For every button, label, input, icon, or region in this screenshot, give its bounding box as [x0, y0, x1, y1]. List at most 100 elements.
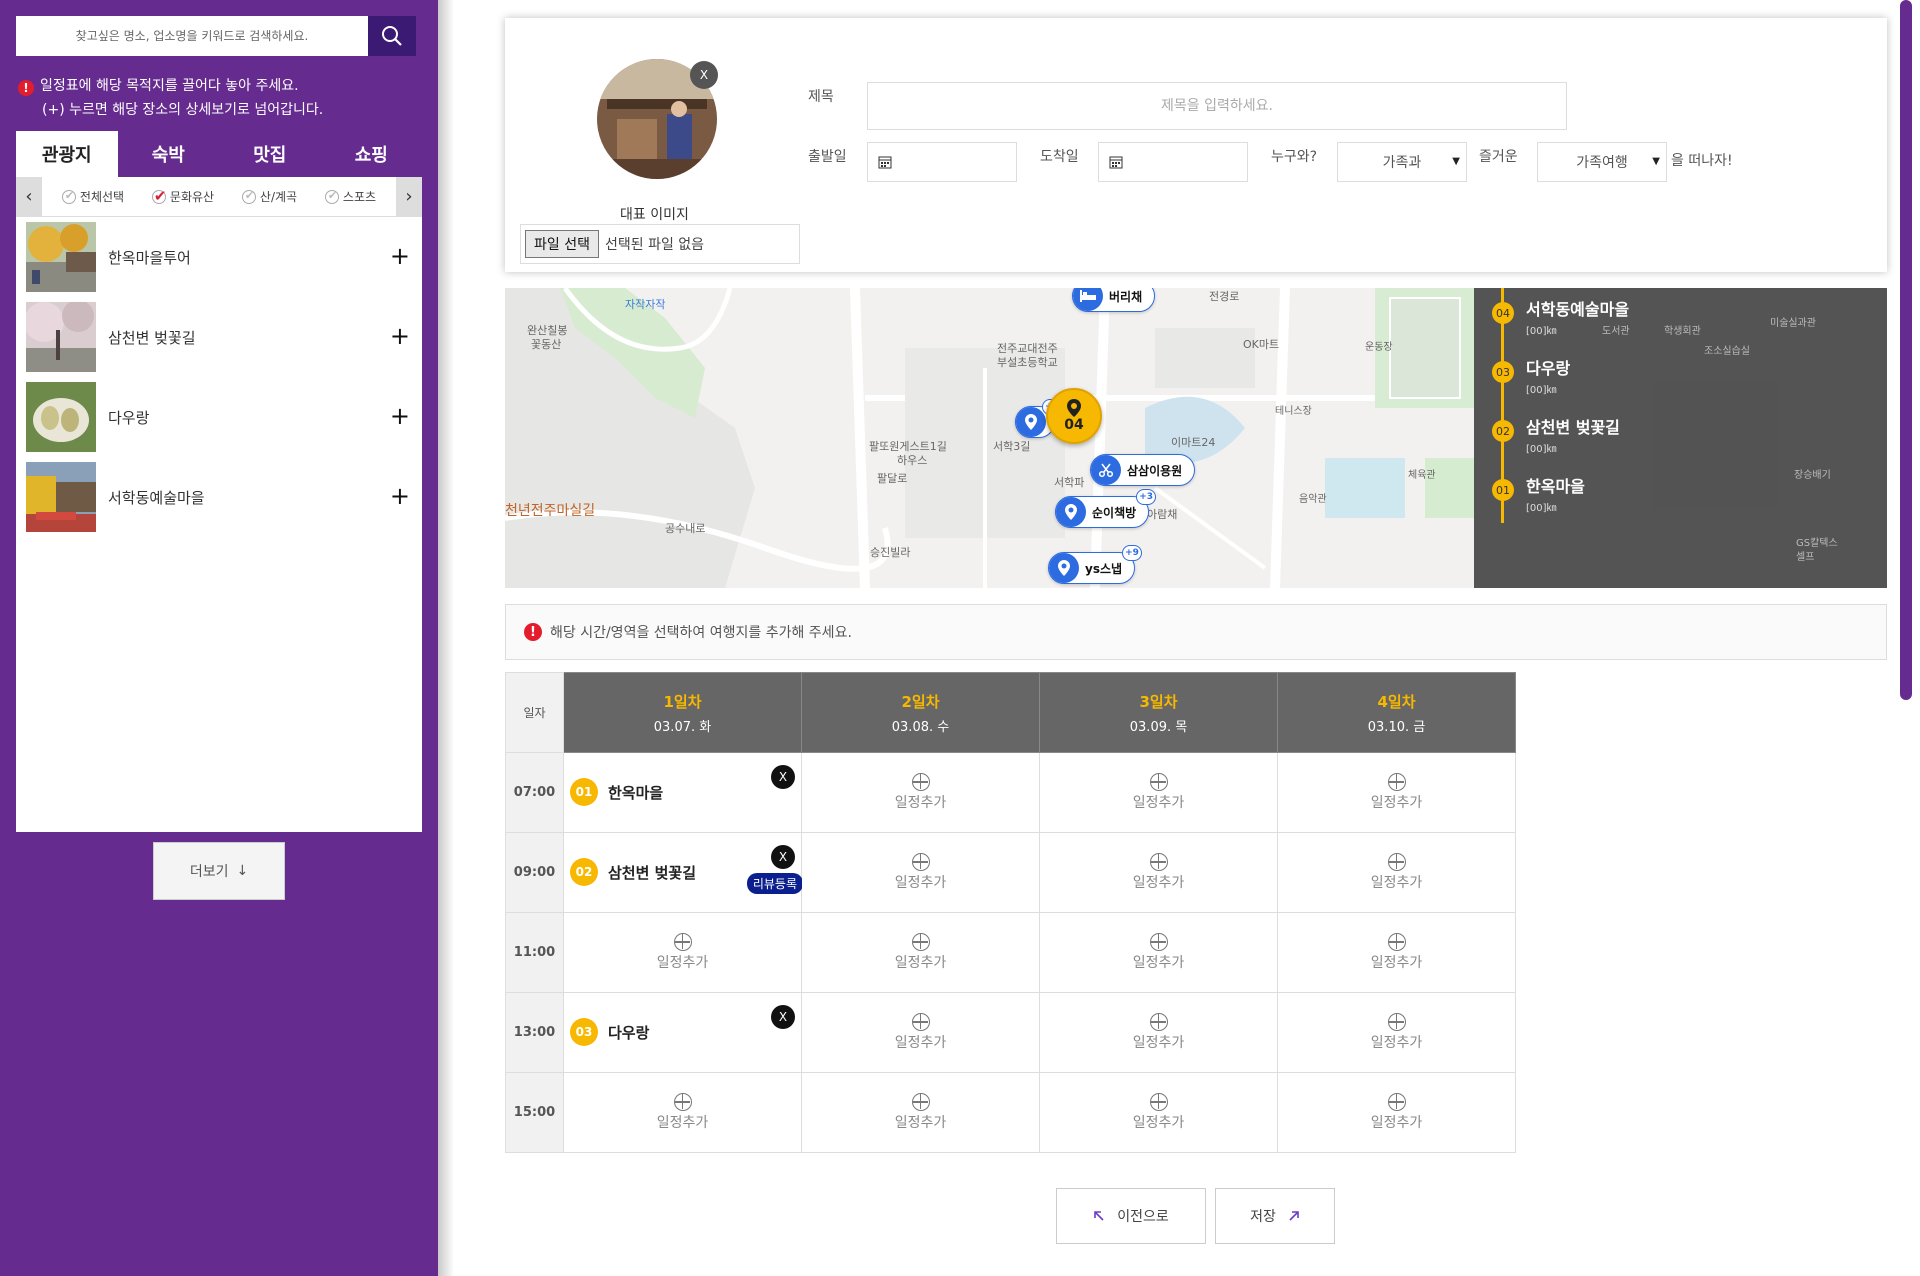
- file-select-button[interactable]: 파일 선택: [525, 230, 599, 258]
- tab-shopping[interactable]: 쇼핑: [321, 131, 423, 177]
- filter-heritage[interactable]: 문화유산: [151, 187, 214, 205]
- schedule-entry[interactable]: 01 한옥마을: [570, 778, 663, 806]
- search-button[interactable]: [368, 16, 416, 56]
- schedule-cell-filled[interactable]: 02 삼천변 벚꽃길 X 리뷰등록: [563, 832, 803, 913]
- add-schedule-button[interactable]: 일정추가: [802, 833, 1039, 912]
- filter-prev-button[interactable]: ‹: [16, 176, 42, 217]
- schedule-row: 13:00 03 다우랑 X 일정추가 일정추가 일정추가: [505, 992, 1516, 1073]
- map-pin-selected[interactable]: 04: [1046, 388, 1102, 444]
- schedule-cell[interactable]: 일정추가: [1277, 832, 1516, 913]
- map-pin-snap[interactable]: ys스냅 +9: [1048, 545, 1143, 584]
- route-item[interactable]: 02 삼천변 벚꽃길 [00]㎞: [1492, 414, 1620, 455]
- place-item[interactable]: 한옥마을투어 +: [16, 217, 422, 297]
- add-schedule-button[interactable]: 일정추가: [1040, 753, 1277, 832]
- add-schedule-button[interactable]: 일정추가: [1278, 993, 1515, 1072]
- add-schedule-button[interactable]: 일정추가: [802, 1073, 1039, 1152]
- place-name: 한옥마을투어: [108, 248, 191, 267]
- schedule-cell[interactable]: 일정추가: [801, 912, 1040, 993]
- add-schedule-button[interactable]: 일정추가: [1040, 913, 1277, 992]
- schedule-entry[interactable]: 03 다우랑: [570, 1018, 649, 1046]
- schedule-cell[interactable]: 일정추가: [1277, 1072, 1516, 1153]
- place-detail-plus-icon[interactable]: +: [390, 404, 410, 428]
- map-view[interactable]: 자작자작 완산칠봉 꽃동산 전주교대전주 부설초등학교 OK마트 운동장 테니스…: [505, 288, 1887, 588]
- tab-lodging[interactable]: 숙박: [118, 131, 220, 177]
- add-label: 일정추가: [1370, 795, 1423, 811]
- arrive-date-input[interactable]: [1098, 142, 1248, 182]
- schedule-entry[interactable]: 02 삼천변 벚꽃길: [570, 858, 696, 886]
- chevron-down-icon: ▼: [1452, 156, 1460, 167]
- place-item[interactable]: 삼천변 벚꽃길 +: [16, 297, 422, 377]
- who-select[interactable]: 가족과 ▼: [1337, 142, 1467, 182]
- map-pin-lodging[interactable]: 버리채: [1072, 288, 1156, 312]
- route-item[interactable]: 03 다우랑 [00]㎞: [1492, 355, 1570, 396]
- place-detail-plus-icon[interactable]: +: [390, 324, 410, 348]
- map-pin-barber[interactable]: 삼삼이용원: [1090, 454, 1196, 486]
- trip-type-select[interactable]: 가족여행 ▼: [1537, 142, 1667, 182]
- schedule-cell-filled[interactable]: 01 한옥마을 X: [563, 752, 802, 833]
- add-schedule-button[interactable]: 일정추가: [1278, 753, 1515, 832]
- map-label: 학생회관: [1664, 326, 1701, 337]
- add-schedule-button[interactable]: 일정추가: [564, 1073, 801, 1152]
- entry-number: 01: [570, 778, 598, 806]
- schedule-cell[interactable]: 일정추가: [1277, 992, 1516, 1073]
- more-button[interactable]: 더보기 ↓: [153, 842, 285, 900]
- map-label: 음악관: [1299, 494, 1327, 505]
- route-distance: [00]㎞: [1526, 444, 1557, 455]
- route-item[interactable]: 01 한옥마을 [00]㎞: [1492, 473, 1585, 514]
- schedule-cell[interactable]: 일정추가: [801, 752, 1040, 833]
- add-schedule-button[interactable]: 일정추가: [1278, 1073, 1515, 1152]
- schedule-table: 일자 1일차 03.07. 화 2일차 03.08. 수 3일차 03.09. 목 4…: [505, 672, 1516, 1153]
- schedule-cell[interactable]: 일정추가: [1277, 912, 1516, 993]
- add-schedule-button[interactable]: 일정추가: [802, 913, 1039, 992]
- schedule-cell[interactable]: 일정추가: [801, 832, 1040, 913]
- depart-date-input[interactable]: [867, 142, 1017, 182]
- schedule-cell[interactable]: 일정추가: [801, 992, 1040, 1073]
- schedule-cell[interactable]: 일정추가: [801, 1072, 1040, 1153]
- add-schedule-button[interactable]: 일정추가: [802, 753, 1039, 832]
- place-item[interactable]: 서학동예술마을 +: [16, 457, 422, 537]
- map-pin-bookstore[interactable]: 순이책방 +3: [1055, 489, 1157, 528]
- schedule-cell-filled[interactable]: 03 다우랑 X: [563, 992, 802, 1073]
- prev-button[interactable]: 이전으로: [1056, 1188, 1206, 1244]
- search-input[interactable]: [16, 16, 368, 56]
- schedule-cell[interactable]: 일정추가: [563, 912, 802, 993]
- main-shadow: [438, 0, 454, 1276]
- filter-next-button[interactable]: ›: [396, 176, 422, 217]
- schedule-cell[interactable]: 일정추가: [1039, 1072, 1278, 1153]
- add-schedule-button[interactable]: 일정추가: [1278, 913, 1515, 992]
- schedule-cell[interactable]: 일정추가: [1039, 992, 1278, 1073]
- place-item[interactable]: 다우랑 +: [16, 377, 422, 457]
- route-item[interactable]: 04 서학동예술마을 [00]㎞: [1492, 296, 1629, 337]
- filter-sports[interactable]: 스포츠: [324, 188, 376, 205]
- route-number: 02: [1492, 420, 1514, 442]
- title-input[interactable]: [867, 82, 1567, 130]
- schedule-cell[interactable]: 일정추가: [1039, 752, 1278, 833]
- remove-entry-button[interactable]: X: [771, 765, 795, 789]
- save-button[interactable]: 저장: [1215, 1188, 1335, 1244]
- add-schedule-button[interactable]: 일정추가: [802, 993, 1039, 1072]
- schedule-cell[interactable]: 일정추가: [1039, 912, 1278, 993]
- add-schedule-button[interactable]: 일정추가: [564, 913, 801, 992]
- schedule-cell[interactable]: 일정추가: [1277, 752, 1516, 833]
- schedule-cell[interactable]: 일정추가: [1039, 832, 1278, 913]
- time-label: 07:00: [505, 752, 564, 833]
- schedule-header-row: 일자 1일차 03.07. 화 2일차 03.08. 수 3일차 03.09. 목 4…: [505, 672, 1516, 753]
- remove-entry-button[interactable]: X: [771, 1005, 795, 1029]
- review-button[interactable]: 리뷰등록: [746, 873, 803, 894]
- scrollbar[interactable]: [1900, 0, 1912, 700]
- filter-mountain[interactable]: 산/계곡: [241, 188, 297, 205]
- tab-restaurants[interactable]: 맛집: [219, 131, 321, 177]
- remove-entry-button[interactable]: X: [771, 845, 795, 869]
- place-detail-plus-icon[interactable]: +: [390, 484, 410, 508]
- place-detail-plus-icon[interactable]: +: [390, 244, 410, 268]
- add-schedule-button[interactable]: 일정추가: [1040, 833, 1277, 912]
- add-schedule-button[interactable]: 일정추가: [1040, 993, 1277, 1072]
- remove-image-button[interactable]: X: [690, 61, 718, 89]
- route-name: 한옥마을: [1526, 477, 1585, 496]
- schedule-cell[interactable]: 일정추가: [563, 1072, 802, 1153]
- add-schedule-button[interactable]: 일정추가: [1278, 833, 1515, 912]
- filter-all[interactable]: 전체선택: [61, 188, 124, 205]
- schedule-row: 11:00 일정추가 일정추가 일정추가 일정추가: [505, 912, 1516, 993]
- tab-attractions[interactable]: 관광지: [16, 131, 118, 177]
- add-schedule-button[interactable]: 일정추가: [1040, 1073, 1277, 1152]
